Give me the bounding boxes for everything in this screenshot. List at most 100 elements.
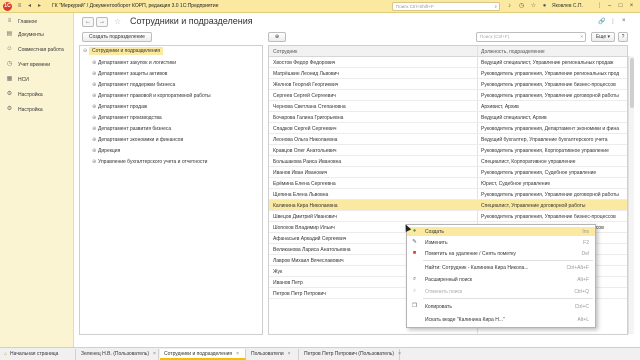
tab-label: Начальная страница — [10, 351, 59, 357]
scrollbar-thumb[interactable] — [630, 58, 634, 108]
back-button[interactable]: ← — [82, 17, 94, 27]
help-button[interactable]: ? — [618, 32, 628, 42]
menu-item-search-everywhere[interactable]: Искать везде "Калинина Кира Н..." Alt+L — [407, 315, 595, 324]
position-cell: Юрист, Судебное управление — [481, 181, 551, 187]
forward-button[interactable]: → — [96, 17, 108, 27]
table-row[interactable]: Хвостов Федор Федорович Ведущий специалис… — [269, 57, 627, 68]
bell-icon[interactable]: ♪ — [506, 3, 513, 10]
table-row[interactable]: Щепина Елена Львовна Руководитель управле… — [269, 189, 627, 200]
close-icon[interactable]: × — [628, 2, 635, 10]
tab-users[interactable]: Пользователи × — [247, 349, 299, 360]
menu-item-label: Искать везде "Калинина Кира Н..." — [425, 317, 505, 323]
tree-node[interactable]: ⊕ Департамент правовой и корпоративной ра… — [92, 93, 211, 103]
menu-item-find[interactable]: Найти: Сотрудник - Калинина Кира Никола.… — [407, 263, 595, 272]
table-row[interactable]: Матрёшкин Леонид Львович Руководитель упр… — [269, 68, 627, 79]
employee-name-cell: Ерёмина Елена Сергеевна — [273, 181, 336, 187]
table-row[interactable]: Бочарова Галина Григорьевна Ведущий специ… — [269, 112, 627, 123]
sidebar-item-settings-2[interactable]: ⚙ Настройка — [0, 103, 74, 116]
back-icon[interactable]: ◂ — [26, 3, 33, 10]
global-search-input[interactable]: Поиск Ctrl+Shift+F ⌕ — [392, 2, 500, 11]
create-user-button[interactable]: ⊕ — [268, 32, 286, 42]
table-row[interactable]: Сергеев Сергей Сергеевич Руководитель упр… — [269, 90, 627, 101]
table-row[interactable]: Швецов Дмитрий Иванович Руководитель упра… — [269, 211, 627, 222]
tab-user-petrov[interactable]: Петров Петр Петрович (Пользователь) × — [300, 349, 401, 360]
close-tab-icon[interactable]: × — [236, 351, 239, 357]
menu-item-label: Копировать — [425, 304, 452, 310]
tree-node[interactable]: ⊕ Департамент экономики и финансов — [92, 137, 183, 147]
tab-employees[interactable]: Сотрудники и подразделения × — [160, 349, 246, 360]
sidebar-item-collaboration[interactable]: ☺ Совместная работа — [0, 43, 74, 56]
user-name[interactable]: Яковлев С.П. — [552, 3, 583, 9]
table-scrollbar[interactable] — [628, 56, 634, 334]
sidebar-item-nsi[interactable]: ▦ НСИ — [0, 73, 74, 86]
search-icon[interactable]: ⌕ — [494, 3, 497, 10]
employee-name-cell: Сергеев Сергей Сергеевич — [273, 93, 336, 99]
tree-node-label: Департамент развития бизнеса — [98, 126, 172, 132]
more-icon[interactable]: ⋮ — [610, 18, 616, 25]
menu-item-copy[interactable]: ❐ Копировать Ctrl+C — [407, 302, 595, 311]
tab-home[interactable]: ⌂ Начальная страница — [0, 349, 76, 360]
sidebar-item-main[interactable]: ≡ Главное — [0, 15, 74, 28]
table-row[interactable]: Спадков Сергей Сергеевич Руководитель упр… — [269, 123, 627, 134]
table-row[interactable]: Калинина Кира Николаевна Специалист, Упра… — [269, 200, 627, 211]
favorite-star-icon[interactable]: ☆ — [114, 17, 121, 26]
tree-node[interactable]: ⊕ Дирекция — [92, 148, 120, 158]
create-subdivision-button[interactable]: Создать подразделение — [82, 32, 152, 42]
tree-node[interactable]: ⊕ Департамент поддержки бизнеса — [92, 82, 175, 92]
tree-node[interactable]: ⊕ Департамент производства — [92, 115, 162, 125]
edit-icon: ✎ — [412, 239, 417, 245]
tree-node[interactable]: ⊕ Управление бухгалтерского учета и отчет… — [92, 159, 207, 169]
list-search-input[interactable]: Поиск (Ctrl+F) × — [476, 32, 586, 42]
sidebar-item-documents[interactable]: ▤ Документы — [0, 28, 74, 41]
close-tab-icon[interactable]: × — [398, 351, 401, 357]
table-row[interactable]: Иванов Иван Иванович Руководитель управле… — [269, 167, 627, 178]
close-form-icon[interactable]: × — [622, 18, 626, 24]
menu-item-create[interactable]: ● Создать Ins — [407, 227, 595, 236]
tree-root[interactable]: ⊖ Сотрудники и подразделения — [83, 47, 164, 58]
menu-item-label: Отменить поиск — [425, 289, 463, 295]
employee-name-cell: Желнов Георгий Георгиевич — [273, 82, 339, 88]
main-menu-icon[interactable]: ≡ — [16, 3, 23, 10]
position-cell: Руководитель управления, Управление бизн… — [481, 214, 616, 220]
tree-node[interactable]: ⊕ Департамент защиты активов — [92, 71, 167, 81]
tree-node-label: Департамент защиты активов — [98, 71, 168, 77]
employee-name-cell: Леонова Ольга Николаевна — [273, 137, 338, 143]
sidebar-item-time-tracking[interactable]: ◷ Учет времени — [0, 58, 74, 71]
menu-item-edit[interactable]: ✎ Изменить F2 — [407, 238, 595, 247]
menu-item-mark-delete[interactable]: ■ Пометить на удаление / Снять пометку Del — [407, 249, 595, 258]
menu-item-advanced-search[interactable]: ⌕ Расширенный поиск Alt+F — [407, 275, 595, 284]
table-row[interactable]: Желнов Георгий Георгиевич Руководитель уп… — [269, 79, 627, 90]
table-row[interactable]: Большакова Раиса Ивановна Специалист, Кор… — [269, 156, 627, 167]
menu-item-shortcut: Alt+L — [577, 317, 589, 323]
close-tab-icon[interactable]: × — [153, 351, 156, 357]
employee-name-cell: Калинина Кира Николаевна — [273, 203, 338, 209]
link-icon[interactable]: 🔗 — [598, 18, 605, 25]
menu-item-shortcut: Ctrl+Q — [574, 289, 589, 295]
tree-node[interactable]: ⊕ Департамент развития бизнеса — [92, 126, 171, 136]
menu-dots-icon[interactable]: ⋮ — [596, 2, 603, 10]
column-header-position[interactable]: Должность, подразделение — [481, 49, 545, 55]
clear-search-icon[interactable]: × — [580, 33, 583, 41]
table-row[interactable]: Чернова Светлана Степановна Архивист, Арх… — [269, 101, 627, 112]
menu-item-label: Создать — [425, 229, 445, 235]
table-row[interactable]: Кравцов Олег Анатольевич Руководитель упр… — [269, 145, 627, 156]
tree-node-label: Департамент экономики и финансов — [98, 137, 184, 143]
more-button[interactable]: Еще ▾ — [591, 32, 615, 42]
settings-icon: ⚙ — [6, 106, 13, 112]
sidebar-item-label: Главное — [18, 19, 38, 25]
tree-node[interactable]: ⊕ Департамент закупок и логистики — [92, 60, 176, 70]
column-header-employee[interactable]: Сотрудник — [273, 49, 297, 55]
history-icon[interactable]: ◷ — [518, 3, 525, 10]
forward-icon[interactable]: ▸ — [36, 3, 43, 10]
minimize-icon[interactable]: – — [606, 2, 613, 10]
favorites-icon[interactable]: ☆ — [530, 3, 537, 10]
close-tab-icon[interactable]: × — [288, 351, 291, 357]
position-cell: Архивист, Архив — [481, 104, 519, 110]
tree-node[interactable]: ⊕ Департамент продаж — [92, 104, 147, 114]
table-row[interactable]: Леонова Ольга Николаевна Ведущий бухгалте… — [269, 134, 627, 145]
search-everywhere-icon — [411, 316, 418, 323]
table-row[interactable]: Ерёмина Елена Сергеевна Юрист, Судебное у… — [269, 178, 627, 189]
sidebar-item-settings[interactable]: ⚙ Настройка — [0, 88, 74, 101]
tab-user-zelenets[interactable]: Зеленец Н.В. (Пользователь) × — [77, 349, 159, 360]
maximize-icon[interactable]: □ — [617, 2, 624, 10]
